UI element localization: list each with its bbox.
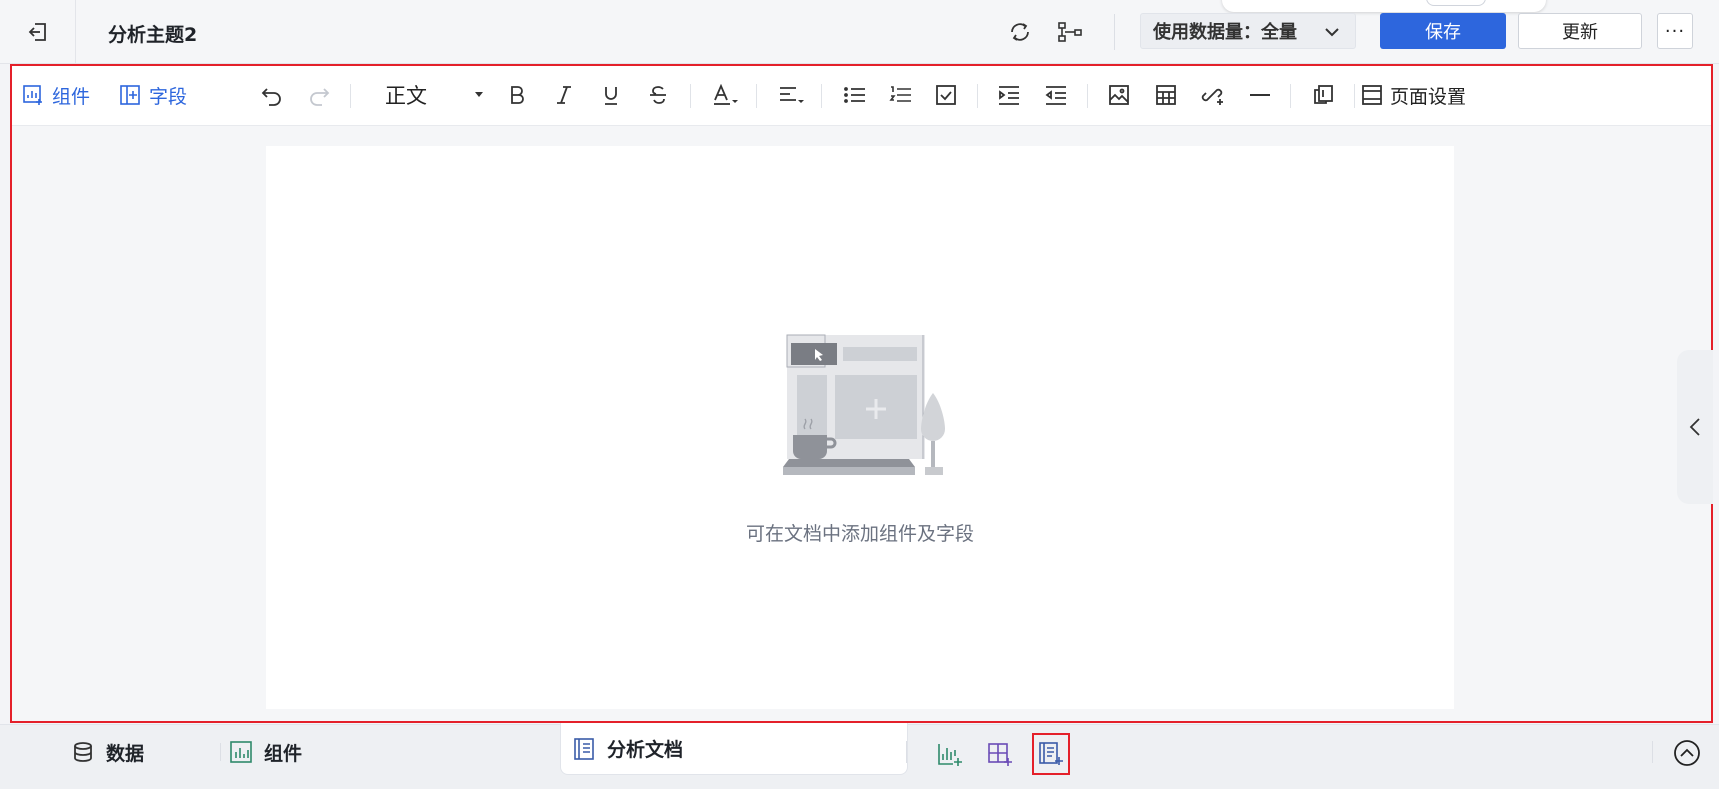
insert-component-label: 组件 (52, 85, 91, 108)
collapse-up-icon[interactable] (1673, 739, 1701, 767)
strikethrough-button[interactable] (643, 80, 673, 110)
refresh-icon[interactable] (1004, 16, 1036, 48)
add-dashboard-icon (988, 743, 1012, 766)
tab-analysis-doc[interactable]: 分析文档 (560, 723, 908, 775)
outdent-icon (1045, 86, 1066, 105)
page-settings-icon (1362, 85, 1382, 105)
font-color-button[interactable] (709, 80, 741, 110)
checklist-button[interactable] (930, 80, 962, 110)
page-break-button[interactable] (1307, 80, 1339, 110)
indent-button[interactable] (993, 80, 1025, 110)
lineage-icon[interactable] (1054, 16, 1086, 48)
empty-state-text: 可在文档中添加组件及字段 (745, 523, 974, 545)
save-button[interactable]: 保存 (1380, 13, 1506, 49)
insert-table-button[interactable] (1150, 80, 1182, 110)
numbered-list-icon (889, 86, 911, 102)
checkbox-icon (936, 85, 956, 105)
editor-toolbar: 组件 字段 正文 页面设置 (12, 66, 1711, 126)
underline-button[interactable] (596, 80, 626, 110)
add-component-button[interactable] (934, 739, 966, 771)
redo-button[interactable] (304, 80, 334, 110)
table-icon (1156, 85, 1176, 105)
redo-icon (310, 88, 330, 106)
horizontal-rule-button[interactable] (1244, 80, 1276, 110)
insert-field-button[interactable]: 字段 (119, 80, 187, 110)
add-dashboard-button[interactable] (984, 739, 1016, 771)
bullet-list-icon (844, 87, 865, 103)
tab-analysis-doc-label: 分析文档 (607, 739, 684, 761)
undo-icon (261, 88, 281, 106)
outdent-button[interactable] (1040, 80, 1072, 110)
align-button[interactable] (775, 80, 807, 110)
data-amount-select[interactable]: 使用数据量：全量 (1140, 13, 1356, 49)
align-left-icon (780, 87, 804, 103)
caret-down-icon (475, 92, 483, 97)
chevron-down-icon (1325, 28, 1339, 37)
popup-tab (1222, 0, 1546, 12)
tab-components[interactable]: 组件 (230, 725, 302, 779)
italic-button[interactable] (549, 80, 579, 110)
page-settings-label: 页面设置 (1390, 85, 1467, 108)
data-amount-label: 使用数据量：全量 (1153, 22, 1297, 43)
add-analysis-doc-button[interactable] (1032, 733, 1070, 775)
italic-icon (557, 86, 571, 104)
undo-button[interactable] (257, 80, 287, 110)
exit-button[interactable] (0, 0, 76, 64)
top-bar: 分析主题2 使用数据量：全量 保存 更新 ··· (0, 0, 1719, 64)
empty-state-illustration (783, 334, 945, 475)
document-icon (574, 737, 594, 760)
strikethrough-icon (650, 86, 666, 104)
indent-icon (999, 86, 1019, 105)
bottom-bar: 数据 组件 分析文档 (0, 723, 1719, 789)
add-chart-icon (938, 744, 962, 766)
numbered-list-button[interactable] (884, 80, 916, 110)
bullet-list-button[interactable] (838, 80, 870, 110)
document-editor: 组件 字段 正文 页面设置 可在文档中添加组件及字段 (10, 64, 1713, 723)
tab-components-label: 组件 (264, 742, 303, 765)
field-icon (120, 85, 140, 105)
bold-button[interactable] (502, 80, 532, 110)
insert-image-button[interactable] (1103, 80, 1135, 110)
side-panel-toggle[interactable] (1677, 350, 1713, 504)
database-icon (74, 742, 92, 762)
more-button[interactable]: ··· (1657, 13, 1693, 49)
insert-component-button[interactable]: 组件 (22, 80, 90, 110)
tab-data[interactable]: 数据 (72, 725, 144, 779)
update-button[interactable]: 更新 (1518, 13, 1642, 49)
link-add-icon (1201, 88, 1223, 105)
component-add-icon (23, 85, 42, 105)
image-icon (1109, 85, 1129, 105)
underline-icon (605, 87, 617, 105)
horizontal-rule-icon (1250, 94, 1270, 96)
tab-data-label: 数据 (106, 742, 145, 765)
exit-icon (28, 23, 46, 41)
font-color-icon (714, 84, 738, 105)
paragraph-style-label: 正文 (385, 84, 427, 108)
chart-icon (230, 741, 252, 763)
page-title: 分析主题2 (108, 24, 198, 46)
bold-icon (511, 86, 524, 104)
paragraph-style-select[interactable]: 正文 (385, 80, 485, 110)
insert-field-label: 字段 (149, 85, 188, 108)
copy-icon (1314, 85, 1333, 104)
insert-link-button[interactable] (1197, 80, 1229, 110)
document-page[interactable]: 可在文档中添加组件及字段 (266, 146, 1454, 709)
add-document-icon (1039, 742, 1063, 765)
divider (1114, 14, 1115, 50)
chevron-left-icon (1689, 418, 1700, 436)
page-settings-button[interactable]: 页面设置 (1362, 80, 1466, 110)
